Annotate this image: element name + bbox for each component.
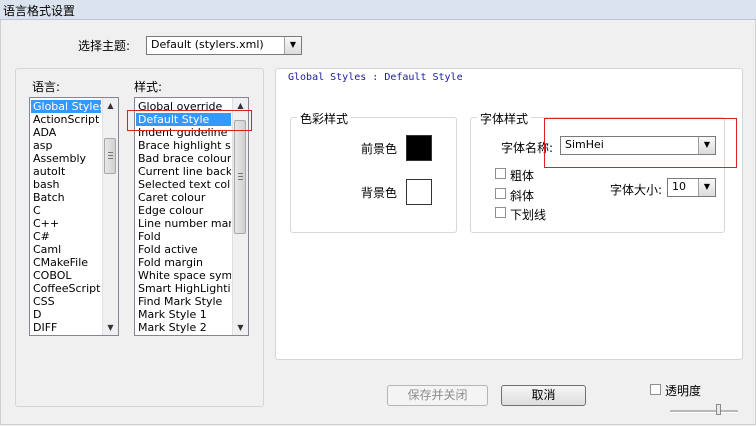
style-list-item[interactable]: Caret colour (136, 191, 231, 204)
style-list-item[interactable]: Edge colour (136, 204, 231, 217)
language-list-item[interactable]: C++ (31, 217, 101, 230)
transparency-checkbox[interactable] (650, 384, 661, 395)
style-label: 样式: (134, 80, 163, 94)
language-list-item[interactable]: CoffeeScript (31, 282, 101, 295)
font-size-select[interactable]: 10 ▼ (667, 178, 716, 197)
style-list-item[interactable]: Line number margin (136, 217, 231, 230)
scroll-up-icon[interactable]: ▲ (103, 98, 118, 113)
language-list[interactable]: Global Styles ActionScript ADA asp Assembly a… (29, 97, 119, 336)
style-list-item[interactable]: Fold margin (136, 256, 231, 269)
language-list-item[interactable]: COBOL (31, 269, 101, 282)
italic-checkbox[interactable] (495, 188, 506, 199)
language-list-item[interactable]: ADA (31, 126, 101, 139)
language-list-item[interactable]: bash (31, 178, 101, 191)
style-list-item[interactable]: Current line background colour (136, 165, 231, 178)
scroll-thumb[interactable] (104, 138, 116, 174)
style-list-item[interactable]: Fold (136, 230, 231, 243)
language-list-item[interactable]: DIFF (31, 321, 101, 334)
style-list-item[interactable]: Mark Style 1 (136, 308, 231, 321)
theme-select-value: Default (stylers.xml) (151, 38, 264, 51)
window-title: 语言格式设置 (3, 4, 76, 18)
language-list-item[interactable]: CSS (31, 295, 101, 308)
language-list-scrollbar[interactable]: ▲ ▼ (102, 98, 118, 335)
underline-checkbox[interactable] (495, 207, 506, 218)
style-list-scrollbar[interactable]: ▲ ▼ (232, 98, 248, 335)
chevron-down-icon[interactable]: ▼ (698, 179, 715, 196)
highlight-box-font-name (544, 118, 737, 168)
language-list-item[interactable]: Global Styles (31, 100, 101, 113)
language-label: 语言: (32, 80, 61, 94)
background-color-swatch[interactable] (406, 179, 432, 205)
bold-label: 粗体 (510, 169, 535, 183)
style-list-item[interactable]: Fold active (136, 243, 231, 256)
style-list[interactable]: Global override Default Style Indent guide… (134, 97, 249, 336)
color-style-title: 色彩样式 (297, 110, 352, 127)
style-path: Global Styles : Default Style (288, 72, 463, 83)
scroll-down-icon[interactable]: ▼ (233, 320, 248, 335)
style-list-item[interactable]: Brace highlight style (136, 139, 231, 152)
language-list-item[interactable]: C (31, 204, 101, 217)
language-list-item[interactable]: C# (31, 230, 101, 243)
language-list-item[interactable]: ActionScript (31, 113, 101, 126)
scroll-thumb[interactable] (234, 120, 246, 234)
transparency-slider-track[interactable] (670, 410, 738, 413)
scroll-down-icon[interactable]: ▼ (103, 320, 118, 335)
language-list-item[interactable]: Batch (31, 191, 101, 204)
transparency-label: 透明度 (665, 384, 702, 398)
highlight-box-default-style (127, 110, 252, 131)
language-list-item[interactable]: Assembly (31, 152, 101, 165)
style-list-item[interactable]: Find Mark Style (136, 295, 231, 308)
chevron-down-icon[interactable]: ▼ (284, 37, 301, 54)
style-list-item[interactable]: Bad brace colour (136, 152, 231, 165)
language-list-item[interactable]: D (31, 308, 101, 321)
foreground-color-label: 前景色 (361, 142, 398, 156)
language-list-item[interactable]: Caml (31, 243, 101, 256)
style-list-item[interactable]: Selected text colour (136, 178, 231, 191)
cancel-button[interactable]: 取消 (501, 385, 586, 406)
style-list-item[interactable]: White space symbol (136, 269, 231, 282)
bold-checkbox[interactable] (495, 168, 506, 179)
theme-select[interactable]: Default (stylers.xml) ▼ (146, 36, 302, 55)
background-color-label: 背景色 (361, 186, 398, 200)
foreground-color-swatch[interactable] (406, 135, 432, 161)
transparency-slider-thumb[interactable] (716, 404, 721, 415)
language-list-item[interactable]: asp (31, 139, 101, 152)
language-list-item[interactable]: autoIt (31, 165, 101, 178)
font-size-value: 10 (672, 180, 686, 193)
style-list-item[interactable]: Mark Style 2 (136, 321, 231, 334)
style-list-item[interactable]: Smart HighLighting (136, 282, 231, 295)
save-close-button[interactable]: 保存并关闭 (387, 385, 488, 406)
theme-label: 选择主题: (78, 39, 131, 53)
font-style-title: 字体样式 (477, 110, 532, 127)
title-bar: 语言格式设置 (0, 0, 756, 20)
underline-label: 下划线 (510, 208, 547, 222)
font-size-label: 字体大小: (610, 183, 663, 197)
italic-label: 斜体 (510, 189, 535, 203)
language-list-item[interactable]: CMakeFile (31, 256, 101, 269)
